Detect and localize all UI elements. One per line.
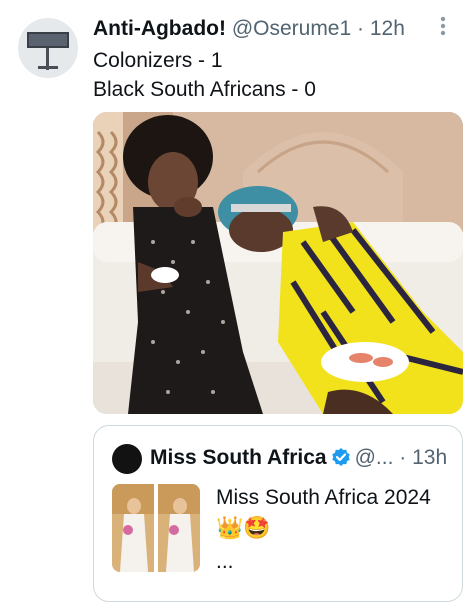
- tweet-text: Colonizers - 1 Black South Africans - 0: [93, 46, 316, 104]
- separator-dot: ·: [399, 446, 407, 469]
- emoji-row: 👑🤩: [216, 514, 452, 542]
- tweet-header: Anti-Agbado! @Oserume1 · 12h: [93, 15, 434, 43]
- quoted-tweet-card[interactable]: Miss South Africa @... · 13h Miss South …: [93, 425, 463, 602]
- separator-dot: ·: [357, 17, 365, 40]
- quoted-tweet-line: Miss South Africa 2024: [216, 486, 431, 509]
- tweet-timestamp[interactable]: 12h: [370, 17, 405, 40]
- quoted-author-avatar[interactable]: [112, 444, 142, 474]
- author-handle[interactable]: @Oserume1: [232, 17, 351, 40]
- tweet-line: Colonizers - 1: [93, 49, 223, 72]
- billboard-avatar-image: [18, 18, 78, 78]
- author-avatar[interactable]: [18, 18, 78, 78]
- crown-emoji: 👑: [216, 515, 244, 540]
- tweet-photo[interactable]: [93, 112, 463, 414]
- quoted-tweet-timestamp[interactable]: 13h: [412, 446, 447, 469]
- pageant-photo-thumbnail: [157, 484, 201, 572]
- author-name[interactable]: Anti-Agbado!: [93, 17, 226, 40]
- quoted-tweet-header: Miss South Africa @... · 13h: [150, 443, 450, 476]
- star-struck-emoji: 🤩: [243, 515, 271, 540]
- two-women-laughing-photo: [93, 112, 463, 414]
- quoted-author-handle[interactable]: @...: [355, 446, 394, 469]
- pageant-photo-thumbnail: [112, 484, 155, 572]
- truncation-ellipsis: ...: [216, 550, 234, 573]
- quoted-author-name[interactable]: Miss South Africa: [150, 446, 327, 469]
- quoted-tweet-text: Miss South Africa 2024 👑🤩 ...: [216, 484, 452, 576]
- more-vertical-icon[interactable]: [440, 16, 446, 37]
- quoted-tweet-media[interactable]: [112, 484, 200, 572]
- verified-badge-icon: [331, 446, 351, 476]
- tweet-line: Black South Africans - 0: [93, 78, 316, 101]
